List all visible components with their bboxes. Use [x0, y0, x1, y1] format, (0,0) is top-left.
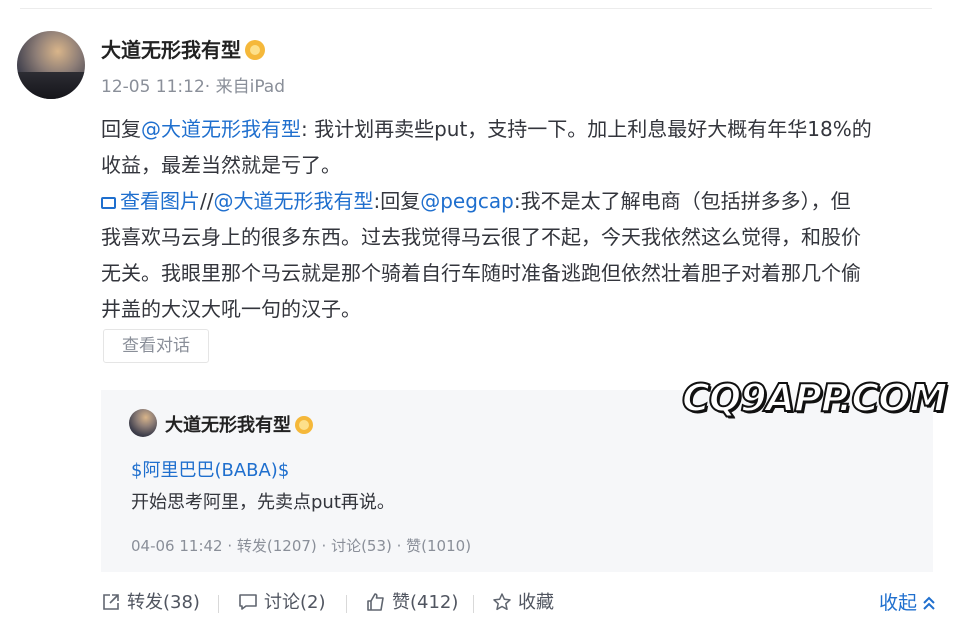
favorite-button[interactable]: 收藏 — [492, 588, 554, 618]
watermark: CQ9APP.COM — [681, 375, 948, 421]
mention-link[interactable]: @大道无形我有型 — [141, 117, 301, 141]
stock-tag-link[interactable]: $阿里巴巴(BABA)$ — [131, 456, 289, 482]
body-text-1: : 我计划再卖些put，支持一下。加上利息最好大概有年华18%的 — [301, 117, 872, 141]
image-icon — [101, 197, 116, 209]
verified-badge-icon — [245, 40, 265, 60]
reply-text: :回复 — [373, 189, 421, 213]
chevron-up-icon — [923, 596, 935, 610]
comment-icon — [239, 594, 257, 610]
repost-label: 转发(38) — [127, 592, 200, 613]
thumbs-up-icon — [367, 593, 384, 611]
view-image-label: 查看图片 — [120, 189, 200, 213]
post-body: 回复@大道无形我有型: 我计划再卖些put，支持一下。加上利息最好大概有年华18… — [101, 111, 933, 327]
post-author[interactable]: 大道无形我有型 — [101, 34, 265, 63]
collapse-button[interactable]: 收起 — [879, 588, 937, 618]
quoted-meta: 04-06 11:42 · 转发(1207) · 讨论(53) · 赞(1010… — [131, 537, 472, 555]
view-image-link[interactable]: 查看图片 — [101, 189, 200, 213]
like-label: 赞(412) — [392, 592, 459, 613]
top-divider — [20, 8, 932, 9]
slash: // — [200, 189, 214, 213]
view-conversation-button[interactable]: 查看对话 — [103, 329, 209, 363]
verified-badge-icon — [295, 416, 313, 434]
discuss-label: 讨论(2) — [264, 592, 326, 613]
divider — [218, 595, 219, 613]
divider — [346, 595, 347, 613]
body-text-2: 收益，最差当然就是亏了。 — [101, 153, 341, 177]
divider — [473, 595, 474, 613]
quoted-author-name[interactable]: 大道无形我有型 — [165, 415, 291, 436]
favorite-label: 收藏 — [518, 592, 554, 613]
like-button[interactable]: 赞(412) — [366, 588, 458, 618]
share-icon — [103, 594, 119, 610]
collapse-label: 收起 — [878, 592, 917, 614]
body-text-3b: 我喜欢马云身上的很多东西。过去我觉得马云很了不起，今天我依然这么觉得，和股价 — [101, 225, 861, 249]
discuss-button[interactable]: 讨论(2) — [238, 588, 326, 618]
star-icon — [493, 593, 511, 611]
reply-prefix: 回复 — [101, 117, 141, 141]
mention-link[interactable]: @大道无形我有型 — [213, 189, 373, 213]
body-text-3c: 无关。我眼里那个马云就是那个骑着自行车随时准备逃跑但依然壮着胆子对着那几个偷 — [101, 261, 861, 285]
body-text-3d: 井盖的大汉大吼一句的汉子。 — [101, 297, 361, 321]
action-bar: 转发(38) 讨论(2) 赞(412) 收藏 收起 — [101, 588, 937, 618]
author-name[interactable]: 大道无形我有型 — [101, 38, 241, 62]
avatar[interactable] — [17, 31, 85, 99]
mention-link[interactable]: @pegcap — [420, 189, 514, 213]
quoted-text: 开始思考阿里，先卖点put再说。 — [131, 492, 395, 513]
post-meta: 12-05 11:12· 来自iPad — [101, 77, 286, 97]
repost-button[interactable]: 转发(38) — [101, 588, 200, 618]
quoted-avatar[interactable] — [129, 409, 157, 437]
body-text-3a: :我不是太了解电商（包括拼多多），但 — [513, 189, 851, 213]
quoted-author[interactable]: 大道无形我有型 — [165, 411, 313, 437]
